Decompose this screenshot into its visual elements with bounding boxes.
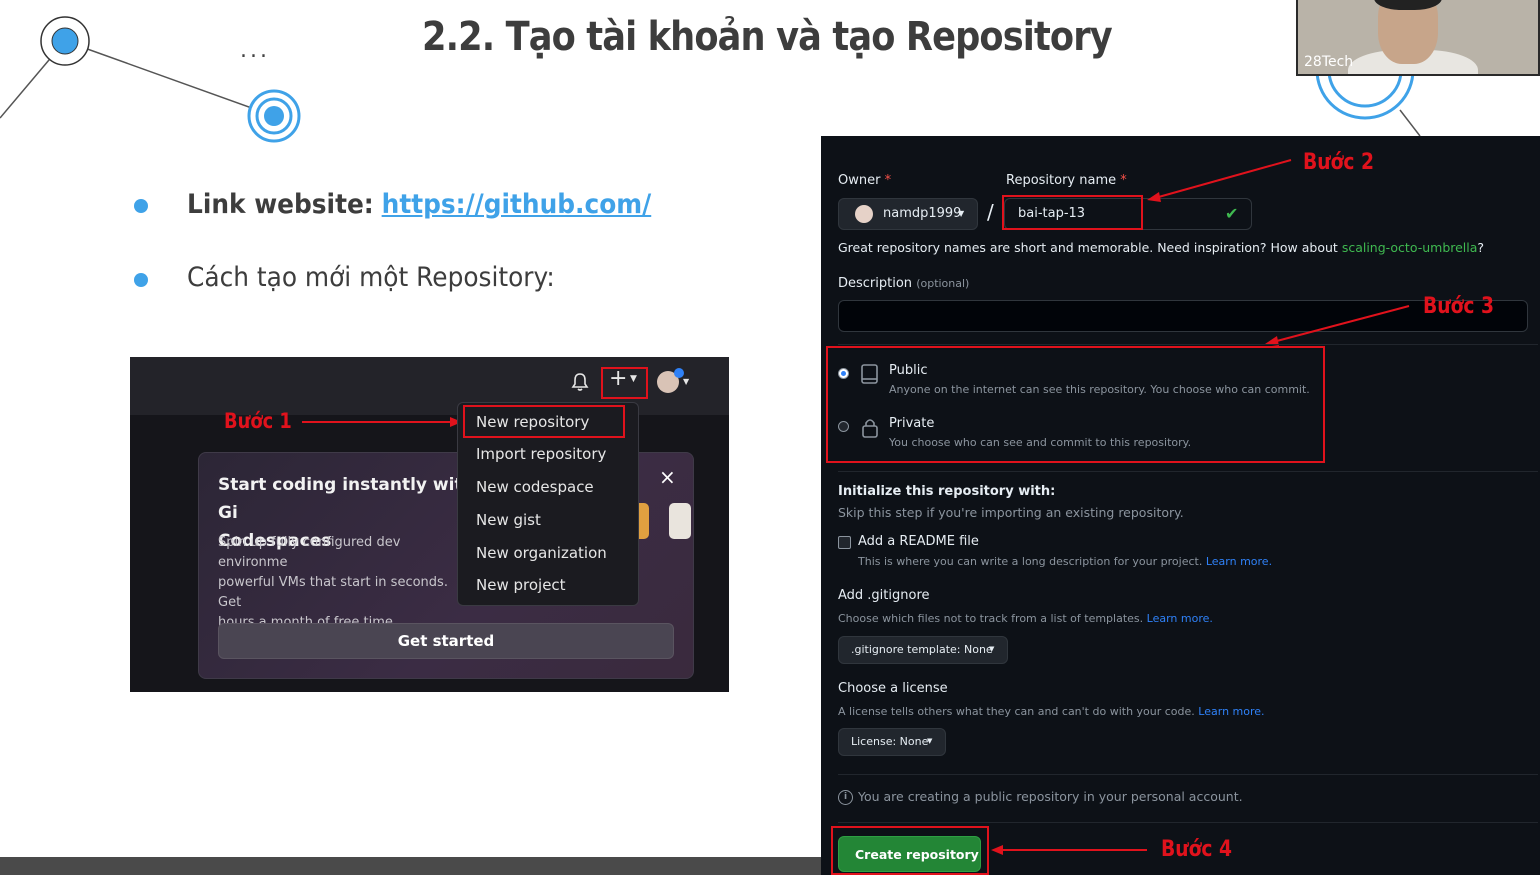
readme-label: Add a README file <box>858 534 979 549</box>
info-text: You are creating a public repository in … <box>858 789 1243 804</box>
visibility-highlight <box>826 346 1325 463</box>
bullet-dot <box>134 273 148 287</box>
webcam-name: 28Tech <box>1304 54 1354 70</box>
step3-arrow <box>1265 305 1410 346</box>
required-mark: * <box>1120 173 1127 188</box>
chevron-down-icon: ▼ <box>989 645 995 653</box>
bell-icon[interactable] <box>571 372 589 392</box>
repo-name-highlight <box>1002 195 1143 230</box>
gitignore-select-value: .gitignore template: None <box>851 643 993 656</box>
chevron-down-icon: ▼ <box>683 377 690 386</box>
description-label-text: Description <box>838 276 913 291</box>
card-desc-line2: powerful VMs that start in seconds. Get <box>218 575 448 610</box>
plus-highlight <box>601 367 648 399</box>
card-title-line1: Start coding instantly with Gi <box>218 475 475 523</box>
description-label: Description (optional) <box>838 276 969 291</box>
license-desc: A license tells others what they can and… <box>838 705 1265 718</box>
required-mark: * <box>884 173 892 188</box>
chevron-down-icon: ▼ <box>927 737 933 745</box>
presentation-bottom-bar <box>0 857 821 875</box>
owner-select[interactable]: namdp1999 ▼ <box>838 198 978 230</box>
close-icon[interactable]: × <box>659 465 676 489</box>
check-icon: ✔ <box>1225 204 1239 223</box>
menu-item-import-repository[interactable]: Import repository <box>476 445 606 463</box>
gitignore-desc-text: Choose which files not to track from a l… <box>838 612 1144 625</box>
owner-value: namdp1999 <box>883 206 962 221</box>
bullet-website-label: Link website: <box>187 189 374 220</box>
repo-name-hint: Great repository names are short and mem… <box>838 240 1484 255</box>
learn-more-link[interactable]: Learn more. <box>1198 705 1264 718</box>
bullet-create-repo: Cách tạo mới một Repository: <box>187 262 555 293</box>
step4-arrow <box>991 845 1147 855</box>
step4-label: Bước 4 <box>1161 837 1233 862</box>
gitignore-select[interactable]: .gitignore template: None ▼ <box>838 636 1008 664</box>
init-title: Initialize this repository with: <box>838 484 1056 499</box>
repo-name-label-text: Repository name <box>1006 173 1117 188</box>
divider <box>838 774 1538 775</box>
owner-label-text: Owner <box>838 173 881 188</box>
info-icon: i <box>838 790 853 805</box>
hint-end: ? <box>1477 240 1485 255</box>
webcam-video: 28Tech <box>1296 0 1540 76</box>
init-sub: Skip this step if you're importing an ex… <box>838 505 1184 520</box>
step2-arrow <box>1147 159 1292 202</box>
owner-slash: / <box>987 200 994 224</box>
decorative-network <box>0 16 301 143</box>
step1-arrow <box>302 417 462 427</box>
learn-more-link[interactable]: Learn more. <box>1206 555 1272 568</box>
ellipsis: ... <box>240 38 270 63</box>
menu-item-new-codespace[interactable]: New codespace <box>476 478 594 496</box>
bullet-website: Link website: https://github.com/ <box>187 189 651 220</box>
get-started-button[interactable]: Get started <box>218 623 674 659</box>
bullet-dot <box>134 199 148 213</box>
card-desc: Spin up fully configured dev environme p… <box>218 533 468 633</box>
license-select[interactable]: License: None ▼ <box>838 728 946 756</box>
menu-item-new-project[interactable]: New project <box>476 576 566 594</box>
step1-label: Bước 1 <box>224 409 292 433</box>
card-desc-line1: Spin up fully configured dev environme <box>218 535 401 570</box>
readme-checkbox[interactable] <box>838 536 851 549</box>
owner-avatar <box>855 205 873 223</box>
license-desc-text: A license tells others what they can and… <box>838 705 1195 718</box>
license-select-value: License: None <box>851 735 929 748</box>
menu-item-new-organization[interactable]: New organization <box>476 544 607 562</box>
divider <box>838 344 1538 345</box>
readme-desc: This is where you can write a long descr… <box>858 555 1272 568</box>
readme-desc-text: This is where you can write a long descr… <box>858 555 1203 568</box>
gitignore-desc: Choose which files not to track from a l… <box>838 612 1213 625</box>
hint-text: Great repository names are short and mem… <box>838 240 1338 255</box>
description-optional: (optional) <box>916 277 970 290</box>
new-repo-form-screenshot: Owner * Repository name * namdp1999 ▼ / … <box>821 136 1540 875</box>
create-button-highlight <box>831 826 989 875</box>
step3-label: Bước 3 <box>1423 294 1495 319</box>
slide-title: 2.2. Tạo tài khoản và tạo Repository <box>422 14 1113 60</box>
license-title: Choose a license <box>838 681 948 696</box>
menu-item-new-gist[interactable]: New gist <box>476 511 541 529</box>
learn-more-link[interactable]: Learn more. <box>1147 612 1213 625</box>
chevron-down-icon: ▼ <box>958 209 965 218</box>
repo-name-label: Repository name * <box>1006 173 1127 188</box>
suggestion-link[interactable]: scaling-octo-umbrella <box>1342 240 1478 255</box>
github-link[interactable]: https://github.com/ <box>382 189 652 220</box>
app-icon <box>669 503 691 539</box>
divider <box>838 822 1538 823</box>
divider <box>838 471 1538 472</box>
gitignore-title: Add .gitignore <box>838 588 930 603</box>
new-repository-highlight <box>463 405 625 438</box>
step2-label: Bước 2 <box>1303 150 1375 175</box>
owner-label: Owner * <box>838 173 891 188</box>
github-menu-screenshot: + ▼ ▼ Bước 1 Start coding instantly with… <box>130 357 729 692</box>
